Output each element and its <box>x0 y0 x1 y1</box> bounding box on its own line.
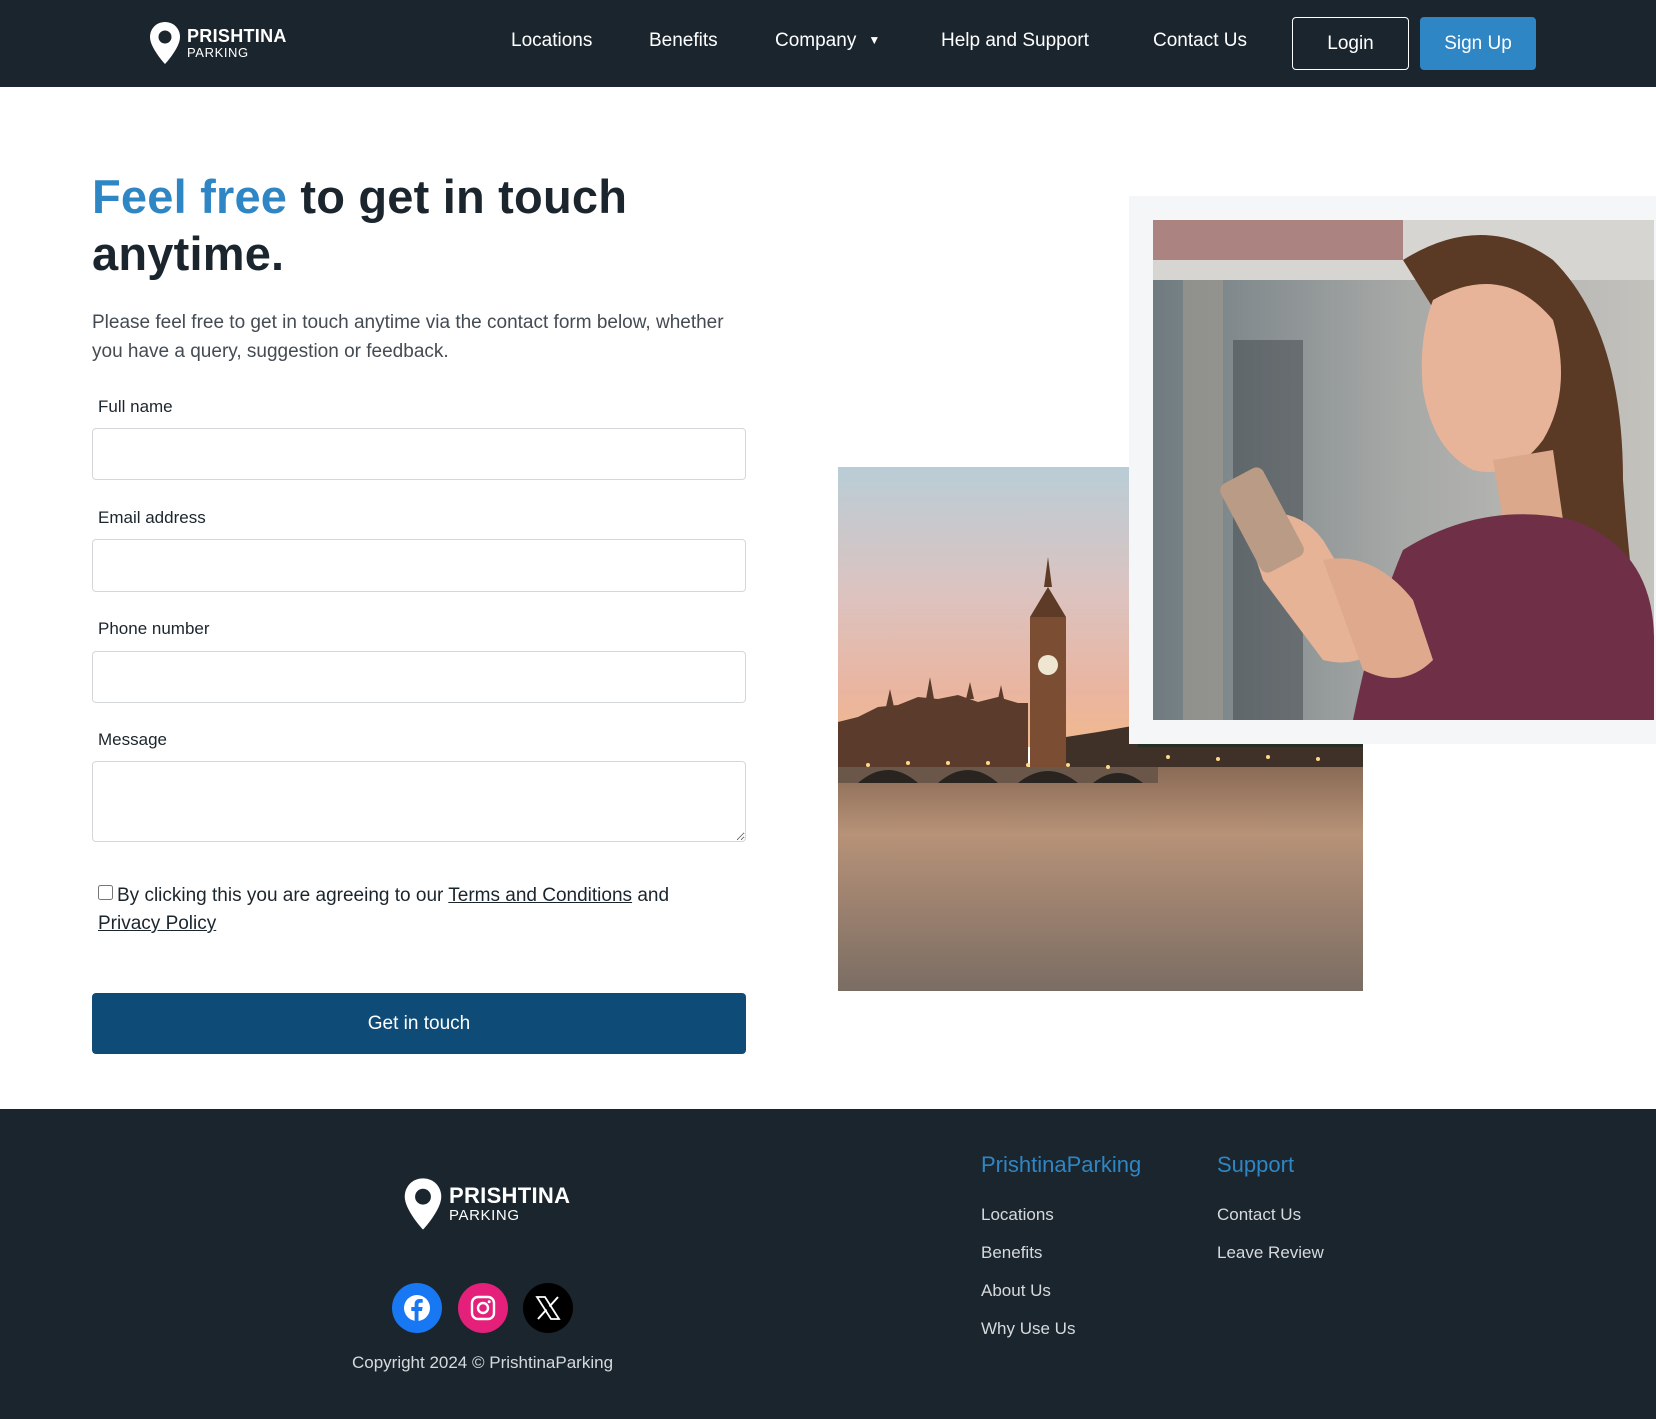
footer-col-support-title: Support <box>1217 1152 1295 1177</box>
privacy-link[interactable]: Privacy Policy <box>98 913 216 934</box>
login-button[interactable]: Login <box>1292 17 1409 70</box>
map-pin-icon <box>150 22 180 64</box>
top-navbar: PRISHTINA PARKING Locations Benefits Com… <box>0 0 1656 87</box>
facebook-link[interactable] <box>392 1283 442 1333</box>
woman-with-phone-illustration <box>1153 220 1654 720</box>
message-label: Message <box>98 730 167 749</box>
consent-text: By clicking this you are agreeing to our <box>117 885 449 906</box>
woman-with-phone-photo <box>1153 220 1654 720</box>
footer-logo[interactable]: PRISHTINA PARKING <box>402 1176 570 1232</box>
instagram-icon <box>470 1295 496 1321</box>
footer: PRISHTINA PARKING Copyright 2024 © Prish… <box>0 1109 1656 1419</box>
footer-link-benefits[interactable]: Benefits <box>981 1243 1042 1263</box>
nav-company[interactable]: Company ▼ <box>775 30 880 52</box>
instagram-link[interactable] <box>458 1283 508 1333</box>
caret-down-icon: ▼ <box>868 33 881 47</box>
email-label: Email address <box>98 508 206 527</box>
footer-col-prishtinaparking-title: PrishtinaParking <box>981 1152 1142 1177</box>
footer-logo-name: PRISHTINA <box>449 1183 571 1208</box>
logo-name: PRISHTINA <box>187 26 287 46</box>
logo-sub: PARKING <box>187 45 249 60</box>
footer-link-leave-review[interactable]: Leave Review <box>1217 1243 1324 1263</box>
nav-locations[interactable]: Locations <box>511 30 592 52</box>
full-name-input[interactable] <box>92 428 746 480</box>
nav-company-label: Company <box>775 30 857 51</box>
message-textarea[interactable] <box>92 761 746 842</box>
x-icon <box>535 1296 561 1320</box>
signup-button[interactable]: Sign Up <box>1420 17 1536 70</box>
footer-link-why-use-us[interactable]: Why Use Us <box>981 1319 1075 1339</box>
map-pin-icon <box>404 1178 442 1230</box>
footer-link-locations[interactable]: Locations <box>981 1205 1054 1225</box>
page-title-accent: Feel free <box>92 170 288 223</box>
page-title: Feel free to get in touch anytime. <box>92 168 732 282</box>
footer-link-contact-us[interactable]: Contact Us <box>1217 1205 1301 1225</box>
copyright-text: Copyright 2024 © PrishtinaParking <box>351 1353 614 1372</box>
footer-link-about-us[interactable]: About Us <box>981 1281 1051 1301</box>
consent-row: By clicking this you are agreeing to our… <box>98 882 738 938</box>
nav-help-support[interactable]: Help and Support <box>941 30 1089 52</box>
facebook-icon <box>404 1295 430 1322</box>
phone-input[interactable] <box>92 651 746 703</box>
footer-logo-sub: PARKING <box>449 1207 520 1224</box>
phone-label: Phone number <box>98 619 210 638</box>
nav-benefits[interactable]: Benefits <box>649 30 718 52</box>
consent-and: and <box>632 885 670 906</box>
full-name-label: Full name <box>98 397 173 416</box>
nav-contact-us[interactable]: Contact Us <box>1153 30 1247 52</box>
header-logo[interactable]: PRISHTINA PARKING <box>148 20 287 66</box>
intro-text: Please feel free to get in touch anytime… <box>92 312 724 362</box>
x-twitter-link[interactable] <box>523 1283 573 1333</box>
get-in-touch-button[interactable]: Get in touch <box>92 993 746 1054</box>
email-input[interactable] <box>92 539 746 592</box>
terms-link[interactable]: Terms and Conditions <box>448 885 632 906</box>
consent-checkbox[interactable] <box>98 885 113 900</box>
